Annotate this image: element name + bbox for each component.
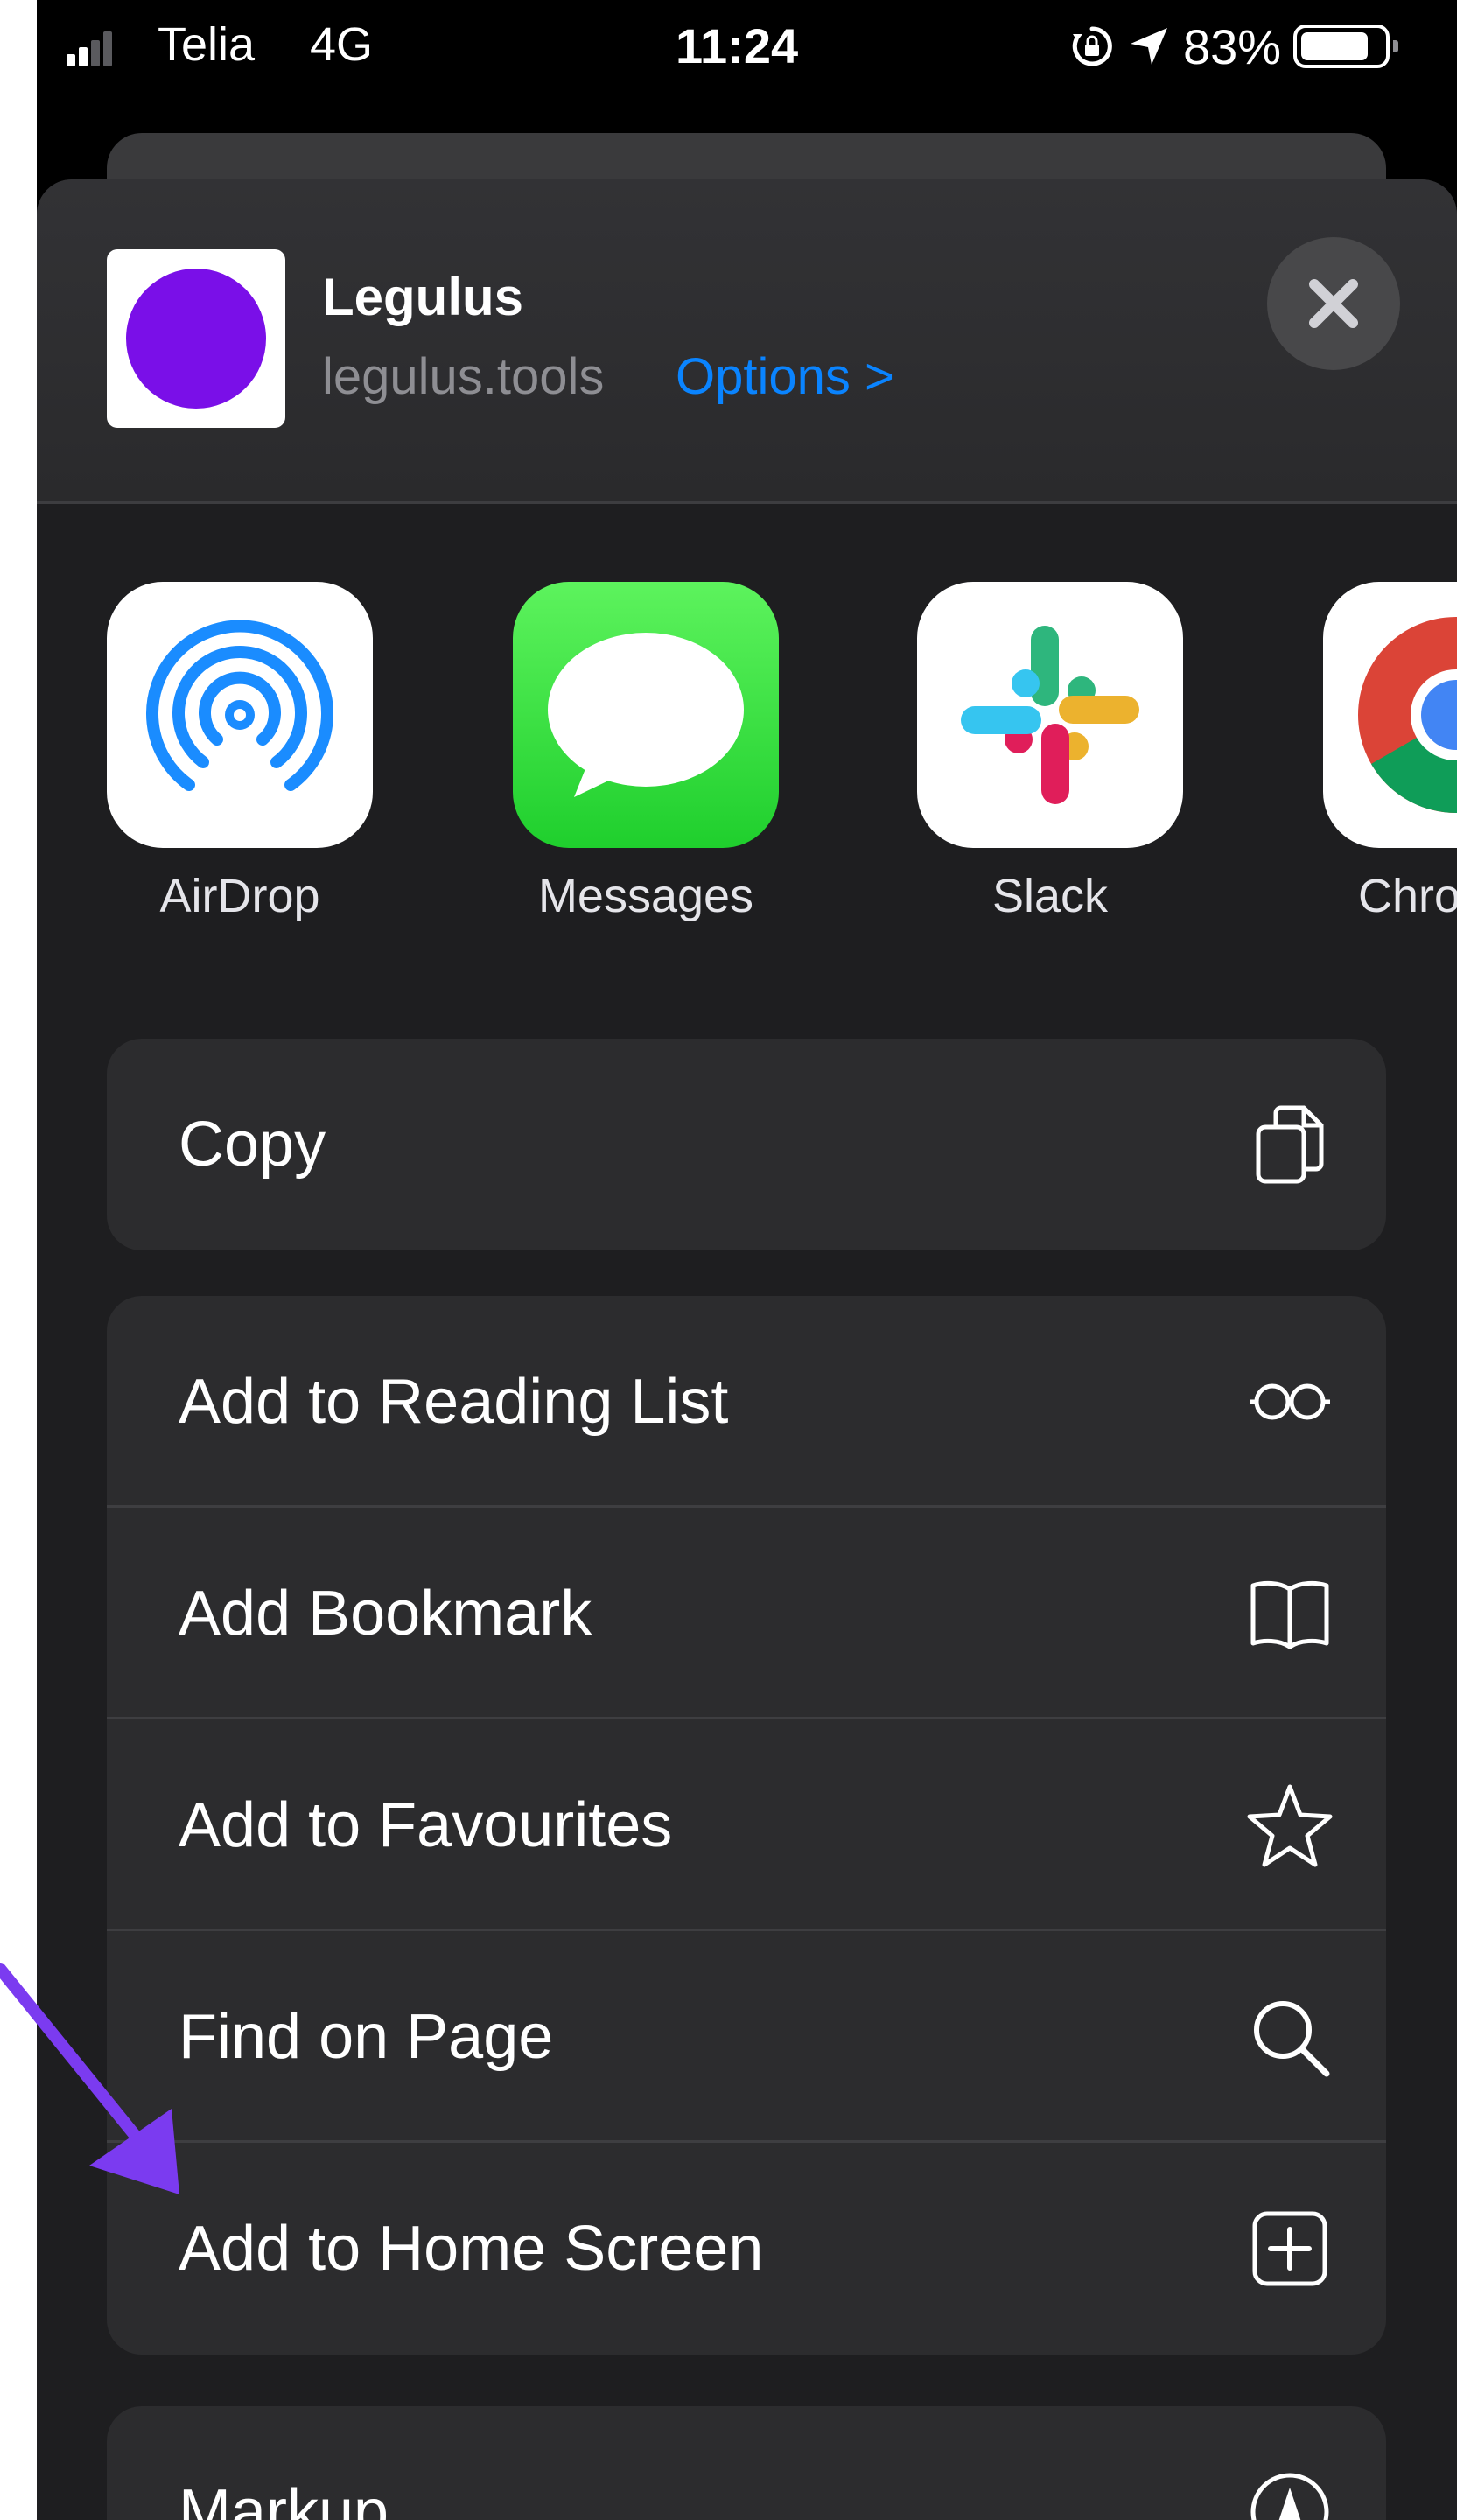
share-sheet-header: Legulus legulus.tools Options > [37,179,1457,504]
action-markup[interactable]: Markup [107,2406,1386,2520]
phone-screen: Telia 4G 11:24 83% Legulus legulus.tools… [37,0,1457,2520]
site-icon-circle [126,269,266,409]
location-arrow-icon [1131,28,1167,65]
action-label: Add to Favourites [179,1790,673,1860]
options-link[interactable]: Options > [676,347,894,406]
site-url: legulus.tools [322,348,605,405]
magnifying-glass-icon [1254,2001,1330,2077]
battery-nub [1393,40,1399,52]
action-add-to-reading-list[interactable]: Add to Reading List [107,1296,1386,1508]
airdrop-icon [107,582,373,848]
chrome-icon [1323,582,1457,848]
reading-glasses-icon [1250,1383,1330,1420]
close-button[interactable] [1267,237,1400,370]
action-add-to-home-screen[interactable]: Add to Home Screen [107,2143,1386,2355]
battery-fill [1301,32,1369,60]
app-chrome[interactable]: Chro [1323,582,1457,923]
app-label: Chro [1358,870,1457,922]
app-label: Messages [537,870,754,922]
markup-pen-icon [1250,2473,1329,2520]
copy-icon [1256,1105,1324,1184]
star-icon [1247,1784,1333,1867]
status-bar: Telia 4G 11:24 83% [37,0,1457,96]
slack-icon [917,582,1183,848]
action-copy[interactable]: Copy [107,1039,1386,1250]
app-label: AirDrop [159,870,320,922]
app-label: Slack [991,870,1109,922]
network-type: 4G [310,18,374,71]
action-label: Add to Reading List [179,1367,729,1437]
carrier-name: Telia [158,18,256,71]
action-add-to-favourites[interactable]: Add to Favourites [107,1719,1386,1931]
action-label: Copy [179,1110,326,1180]
book-icon [1250,1580,1329,1649]
close-icon [1309,279,1358,328]
site-icon [107,249,285,428]
annotation-arrow [0,1963,179,2194]
copy-group: Copy [107,1039,1386,1250]
battery-icon [1293,24,1399,68]
action-label: Markup [179,2477,389,2520]
battery-percent: 83% [1183,18,1282,74]
app-messages[interactable]: Messages [513,582,779,923]
app-slack[interactable]: Slack [917,582,1183,923]
action-label: Add Bookmark [179,1578,592,1648]
more-actions-group: Markup [107,2406,1386,2520]
action-label: Find on Page [179,2002,554,2072]
orientation-lock-icon [1072,26,1112,66]
action-label: Add to Home Screen [179,2214,764,2284]
app-airdrop[interactable]: AirDrop [107,582,373,923]
site-title: Legulus [322,268,524,326]
cellular-signal-icon [67,32,114,66]
action-find-on-page[interactable]: Find on Page [107,1931,1386,2143]
status-right-group: 83% [1069,16,1399,77]
share-app-row: AirDrop Messages Slack Chro [37,582,1457,949]
share-sheet: Legulus legulus.tools Options > AirDrop … [37,179,1457,2520]
messages-icon [513,582,779,848]
safari-actions-group: Add to Reading List Add Bookmark Add to … [107,1296,1386,2355]
plus-square-icon [1252,2211,1327,2286]
action-add-bookmark[interactable]: Add Bookmark [107,1508,1386,1719]
status-clock: 11:24 [676,18,799,74]
